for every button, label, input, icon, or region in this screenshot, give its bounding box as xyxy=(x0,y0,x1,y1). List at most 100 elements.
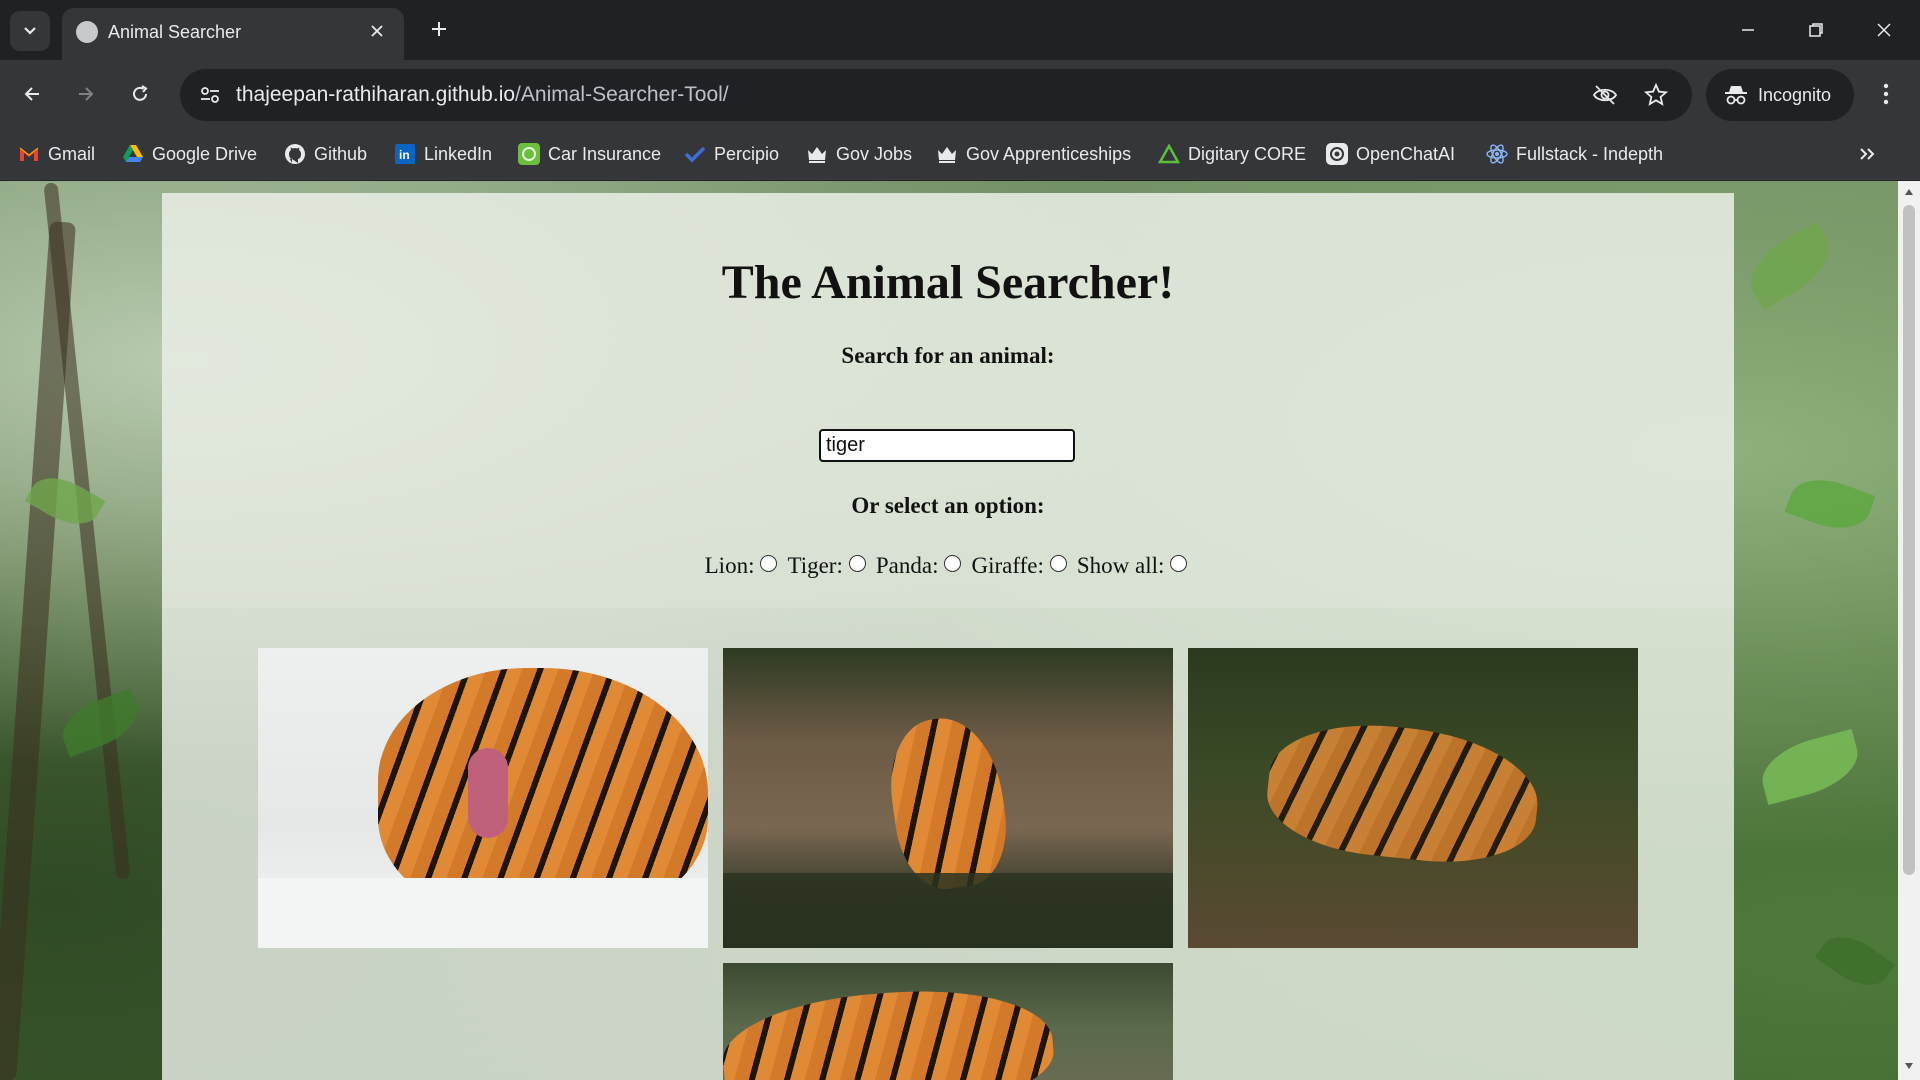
crown-icon xyxy=(806,143,828,165)
close-icon xyxy=(371,25,383,37)
giraffe-radio[interactable] xyxy=(1049,554,1067,572)
tiger-photo-pond xyxy=(723,648,1173,948)
forward-button[interactable] xyxy=(66,74,106,114)
tiger-tongue xyxy=(468,748,508,838)
percipio-icon xyxy=(684,143,706,165)
gmail-icon xyxy=(18,143,40,165)
bookmark-label: Digitary CORE xyxy=(1188,143,1307,164)
crown-icon xyxy=(936,143,958,165)
bookmark-digitary-core[interactable]: Digitary CORE xyxy=(1158,140,1306,168)
chevron-down-icon xyxy=(24,27,36,35)
option-label: Or select an option: xyxy=(851,493,1045,518)
globe-icon xyxy=(76,21,98,43)
restore-button[interactable] xyxy=(1794,10,1838,50)
search-label: Search for an animal: xyxy=(841,343,1055,368)
site-info-button[interactable] xyxy=(192,77,228,113)
reload-button[interactable] xyxy=(120,74,160,114)
option-tiger[interactable]: Tiger: xyxy=(787,553,866,579)
option-show-all-label: Show all: xyxy=(1076,553,1165,578)
bookmark-label: Gov Apprenticeships xyxy=(966,143,1132,164)
leaf-decoration xyxy=(54,688,146,758)
bookmark-gov-jobs[interactable]: Gov Jobs xyxy=(806,140,912,168)
url-host: thajeepan-rathiharan.github.io xyxy=(236,83,516,106)
bookmark-star-button[interactable] xyxy=(1638,77,1674,113)
browser-menu-button[interactable] xyxy=(1866,74,1906,114)
leaf-decoration xyxy=(1738,221,1842,311)
incognito-profile-button[interactable]: Incognito xyxy=(1706,69,1854,121)
bookmark-google-drive[interactable]: Google Drive xyxy=(122,140,257,168)
bookmark-fullstack-indepth[interactable]: Fullstack - Indepth xyxy=(1486,140,1663,168)
bookmark-car-insurance[interactable]: Car Insurance xyxy=(518,140,661,168)
more-bookmarks-button[interactable] xyxy=(1852,140,1882,168)
back-button[interactable] xyxy=(12,74,52,114)
option-show-all[interactable]: Show all: xyxy=(1077,553,1188,579)
animal-options: Lion: Tiger: Panda: Giraffe: Show all: xyxy=(162,553,1734,579)
react-icon xyxy=(1486,143,1508,165)
tab-close-button[interactable] xyxy=(364,18,390,44)
tune-icon xyxy=(201,87,219,103)
browser-toolbar: thajeepan-rathiharan.github.io/Animal-Se… xyxy=(0,60,1920,128)
tracking-protection-button[interactable] xyxy=(1587,77,1623,113)
bookmark-gmail[interactable]: Gmail xyxy=(18,140,95,168)
leaf-decoration xyxy=(1814,924,1896,998)
tab-strip: Animal Searcher xyxy=(0,0,1920,60)
option-giraffe-label: Giraffe: xyxy=(971,553,1044,578)
close-window-button[interactable] xyxy=(1862,10,1906,50)
option-giraffe[interactable]: Giraffe: xyxy=(971,553,1067,579)
tiger-radio[interactable] xyxy=(848,554,866,572)
tiger-figure xyxy=(1261,714,1545,872)
bookmark-label: Gmail xyxy=(48,143,96,164)
bookmark-github[interactable]: Github xyxy=(284,140,367,168)
address-bar[interactable]: thajeepan-rathiharan.github.io/Animal-Se… xyxy=(180,69,1692,121)
bookmark-label: Gov Jobs xyxy=(836,143,913,164)
tab-search-button[interactable] xyxy=(10,11,50,51)
restore-icon xyxy=(1809,23,1823,37)
scroll-thumb[interactable] xyxy=(1903,205,1915,875)
panda-radio[interactable] xyxy=(944,554,962,572)
bookmark-gov-apprenticeships[interactable]: Gov Apprenticeships xyxy=(936,140,1131,168)
bookmark-linkedin[interactable]: in LinkedIn xyxy=(394,140,492,168)
leaf-decoration xyxy=(1754,728,1866,806)
incognito-label: Incognito xyxy=(1758,84,1832,105)
jungle-background xyxy=(43,182,131,880)
tab-title: Animal Searcher xyxy=(108,22,242,42)
page-scrollbar[interactable] xyxy=(1898,181,1920,1080)
bookmarks-bar: Gmail Google Drive Github in LinkedIn Ca… xyxy=(0,128,1920,180)
page-title: The Animal Searcher! xyxy=(721,256,1175,309)
more-vertical-icon xyxy=(1883,83,1889,105)
close-icon xyxy=(1877,23,1891,37)
google-drive-icon xyxy=(122,143,144,165)
bookmark-label: Fullstack - Indepth xyxy=(1516,143,1664,164)
show-all-radio[interactable] xyxy=(1170,554,1188,572)
scroll-down-button[interactable] xyxy=(1904,1061,1914,1071)
tiger-photo-forest xyxy=(1188,648,1638,948)
pond-water xyxy=(723,873,1173,948)
new-tab-button[interactable] xyxy=(424,14,454,44)
car-insurance-icon xyxy=(518,143,540,165)
url-text[interactable]: thajeepan-rathiharan.github.io/Animal-Se… xyxy=(236,83,729,107)
active-tab[interactable]: Animal Searcher xyxy=(62,8,404,60)
bookmark-label: Google Drive xyxy=(152,143,258,164)
page-viewport: The Animal Searcher! Search for an anima… xyxy=(0,181,1898,1080)
content-panel: The Animal Searcher! Search for an anima… xyxy=(162,193,1734,1080)
bookmark-openchatai[interactable]: OpenChatAI xyxy=(1326,140,1455,168)
triangle-icon xyxy=(1158,143,1180,165)
option-lion[interactable]: Lion: xyxy=(705,553,778,579)
bookmark-percipio[interactable]: Percipio xyxy=(684,140,779,168)
tiger-figure xyxy=(881,711,1015,895)
reload-icon xyxy=(133,85,148,101)
double-chevron-right-icon xyxy=(1860,148,1875,160)
bookmark-label: OpenChatAI xyxy=(1356,143,1456,164)
option-tiger-label: Tiger: xyxy=(787,553,843,578)
option-panda[interactable]: Panda: xyxy=(876,553,962,579)
arrow-left-icon xyxy=(24,87,39,101)
scroll-up-button[interactable] xyxy=(1904,187,1914,197)
minimize-icon xyxy=(1742,29,1754,31)
minimize-button[interactable] xyxy=(1726,10,1770,50)
arrow-right-icon xyxy=(79,87,94,101)
option-lion-label: Lion: xyxy=(704,553,755,578)
tiger-photo-snow xyxy=(258,648,708,948)
animal-search-input[interactable] xyxy=(819,429,1075,462)
lion-radio[interactable] xyxy=(760,554,778,572)
star-icon xyxy=(1644,83,1668,106)
